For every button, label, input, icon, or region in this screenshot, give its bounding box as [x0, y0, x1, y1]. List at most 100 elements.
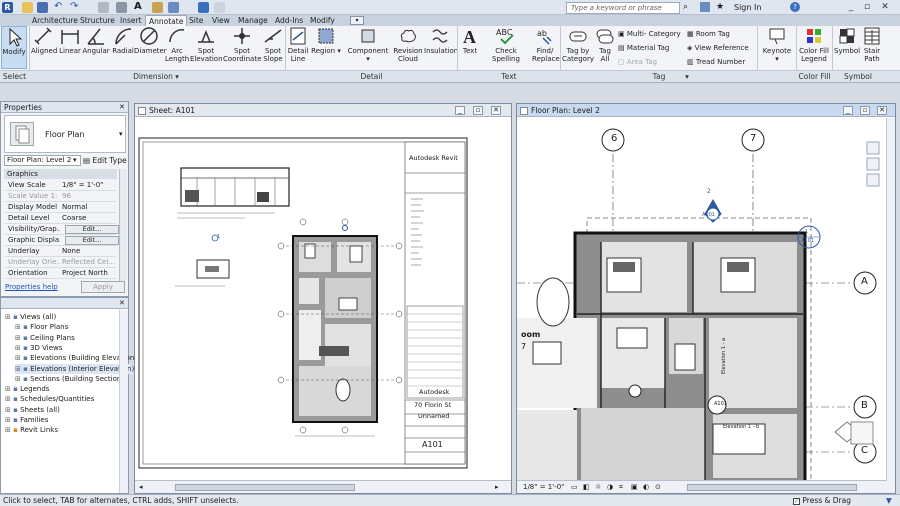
linear-button[interactable]: Linear	[58, 26, 82, 55]
room-tag-button[interactable]: ▦ Room Tag	[687, 30, 730, 38]
grid-a-label[interactable]: A	[861, 276, 868, 287]
tab-site[interactable]: Site	[189, 15, 203, 26]
aligned-button[interactable]: Aligned	[31, 26, 57, 55]
dimension-dropdown-icon[interactable]: ▾	[172, 72, 182, 81]
elevation-marker-number[interactable]: 2	[707, 188, 711, 195]
filter-icon[interactable]: ▼	[886, 495, 892, 506]
type-selector[interactable]: Floor Plan ▾	[4, 115, 126, 153]
stair-path-button[interactable]: Stair Path	[861, 26, 883, 63]
expand-icon[interactable]: ⊞	[5, 385, 13, 393]
modify-button[interactable]: Modify	[1, 26, 27, 69]
property-value[interactable]: Reflected Cei...	[62, 257, 116, 268]
apply-button[interactable]: Apply	[81, 281, 125, 293]
property-row[interactable]: View Scale 1/8" = 1'-0"	[5, 180, 116, 191]
browser-item[interactable]: ⊞ ▪ Sheets (all)	[5, 405, 60, 415]
check-spelling-button[interactable]: ABC Check Spelling	[482, 26, 530, 63]
radial-button[interactable]: Radial	[111, 26, 135, 55]
section-icon[interactable]	[168, 2, 179, 13]
browser-item[interactable]: ⊞ ▪ Families	[5, 415, 48, 425]
property-value[interactable]: 96	[62, 191, 116, 202]
property-edit-button[interactable]: Edit...	[65, 236, 119, 245]
browser-item[interactable]: ⊞ ▪ Legends	[5, 384, 49, 394]
grid-6-label[interactable]: 6	[611, 133, 617, 144]
switch-windows-icon[interactable]	[198, 2, 209, 13]
panel-label-detail[interactable]: Detail	[286, 72, 457, 81]
keynote-button[interactable]: Keynote ▾	[760, 26, 794, 63]
expand-icon[interactable]: ⊞	[15, 375, 23, 383]
property-value[interactable]: None	[62, 246, 116, 257]
property-edit-button[interactable]: Edit...	[65, 225, 119, 234]
temp-hide-icon[interactable]: ◐	[643, 481, 649, 494]
crop-region-icon[interactable]: ⌗	[619, 481, 623, 494]
properties-scrollbar[interactable]	[119, 169, 127, 281]
text-icon[interactable]: A	[134, 2, 145, 13]
find-replace-button[interactable]: ab Find/ Replace	[532, 26, 560, 63]
properties-help-link[interactable]: Properties help	[5, 283, 58, 291]
hide-crop-icon[interactable]: ▣	[631, 481, 638, 494]
expand-icon[interactable]: ⊞	[15, 365, 23, 373]
search-input[interactable]: Type a keyword or phrase	[566, 2, 680, 14]
expand-icon[interactable]: ⊞	[5, 416, 13, 424]
tag-dropdown-icon[interactable]: ▾	[682, 72, 692, 81]
plan-close-button[interactable]: ✕	[877, 106, 887, 115]
browser-item[interactable]: ⊞ ▪ 3D Views	[15, 343, 62, 353]
browser-item[interactable]: ⊞ ▪ Ceiling Plans	[15, 333, 75, 343]
measure-icon[interactable]	[98, 2, 109, 13]
property-row[interactable]: Detail Level Coarse	[5, 213, 116, 224]
angular-button[interactable]: Angular	[82, 26, 110, 55]
ribbon-toggle-icon[interactable]: ▾	[350, 16, 364, 25]
section-head-sheet[interactable]: A101	[801, 238, 814, 244]
browser-item[interactable]: ⊞ ▪ Revit Links	[5, 425, 58, 435]
sheet-restore-button[interactable]: ▫	[473, 106, 483, 115]
communication-icon[interactable]: ★	[716, 2, 724, 12]
help-icon[interactable]: ?	[790, 2, 800, 12]
region-button[interactable]: Region ▾	[311, 26, 341, 55]
spot-coordinate-button[interactable]: Spot Coordinate	[223, 26, 261, 63]
tab-view[interactable]: View	[212, 15, 230, 26]
panel-label-symbol[interactable]: Symbol	[833, 72, 883, 81]
sheet-minimize-button[interactable]: _	[455, 106, 465, 115]
grid-b-label[interactable]: B	[861, 400, 868, 411]
tab-insert[interactable]: Insert	[120, 15, 142, 26]
browser-item[interactable]: ⊞ ▪ Sections (Building Section)	[15, 374, 124, 384]
property-value[interactable]: Normal	[62, 202, 116, 213]
sheet-canvas[interactable]	[135, 118, 511, 481]
press-drag-toggle[interactable]: ✓ Press & Drag	[793, 495, 851, 506]
scroll-thumb-plan[interactable]	[687, 484, 857, 491]
tab-manage[interactable]: Manage	[238, 15, 268, 26]
tab-architecture[interactable]: Architecture	[32, 15, 78, 26]
minimize-button[interactable]: _	[844, 1, 858, 13]
browser-item[interactable]: ⊞ ▪ Elevations (Interior Elevation)	[15, 363, 135, 374]
property-value[interactable]: Coarse	[62, 213, 116, 224]
sun-path-icon[interactable]: ☼	[595, 481, 601, 494]
expand-icon[interactable]: ⊞	[5, 395, 13, 403]
text-button[interactable]: A Text	[459, 26, 481, 55]
browser-item[interactable]: ⊞ ▪ Schedules/Quantities	[5, 394, 94, 404]
scroll-right-icon[interactable]: ▸	[495, 481, 499, 494]
browser-scrollbar[interactable]	[119, 310, 128, 493]
visual-style-icon[interactable]: ◧	[583, 481, 590, 494]
open-icon[interactable]	[22, 2, 33, 13]
tab-modify[interactable]: Modify	[310, 15, 335, 26]
plan-minimize-button[interactable]: _	[843, 106, 853, 115]
multi-category-button[interactable]: ▣ Multi- Category	[618, 30, 681, 38]
expand-icon[interactable]: ⊞	[15, 334, 23, 342]
maximize-button[interactable]: ▫	[860, 1, 874, 13]
tag-by-category-button[interactable]: Tag by Category	[562, 26, 594, 63]
color-fill-legend-button[interactable]: Color Fill Legend	[798, 26, 830, 63]
grid-c-label[interactable]: C	[861, 445, 868, 456]
expand-icon[interactable]: ⊞	[5, 406, 13, 414]
expand-icon[interactable]: ⊞	[15, 323, 23, 331]
tag-all-button[interactable]: Tag All	[595, 26, 615, 63]
plan-restore-button[interactable]: ▫	[860, 106, 870, 115]
symbol-button[interactable]: Symbol	[834, 26, 860, 55]
properties-close-icon[interactable]: ✕	[119, 103, 125, 111]
save-icon[interactable]	[37, 2, 48, 13]
elevation-tag-ref[interactable]: A101	[714, 401, 727, 407]
tab-structure[interactable]: Structure	[80, 15, 115, 26]
property-row[interactable]: Display Model Normal	[5, 202, 116, 213]
scroll-left-icon[interactable]: ◂	[139, 481, 143, 494]
browser-close-icon[interactable]: ✕	[119, 299, 125, 307]
arc-length-button[interactable]: Arc Length	[165, 26, 189, 63]
insulation-button[interactable]: Insulation	[424, 26, 458, 55]
